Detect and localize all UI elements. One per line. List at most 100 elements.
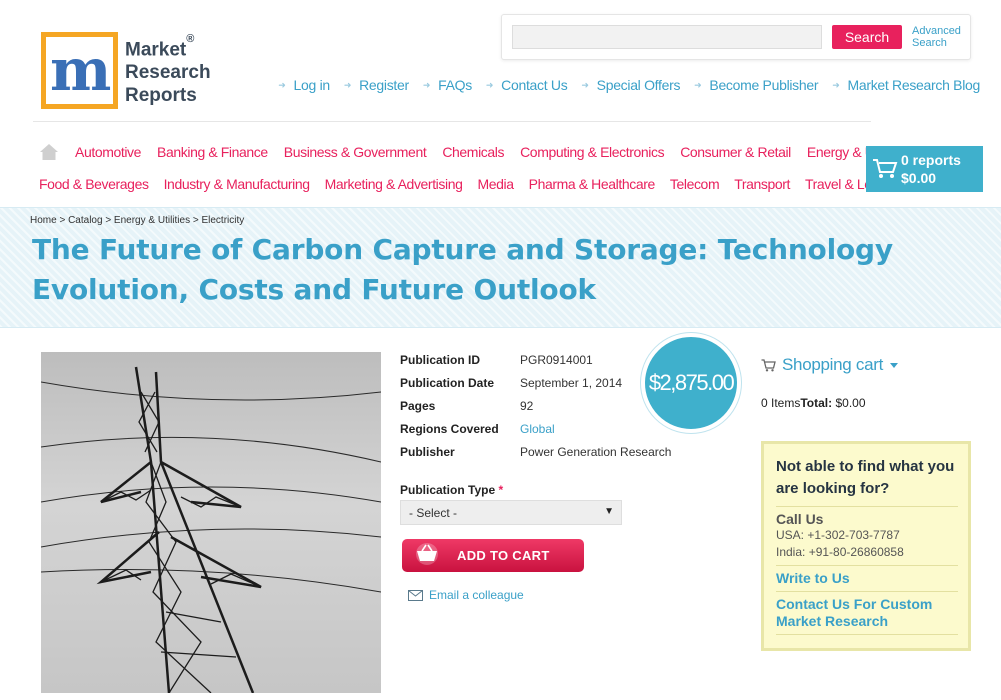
- envelope-icon: [408, 589, 423, 601]
- category-banking-finance[interactable]: Banking & Finance: [157, 144, 268, 160]
- arrow-icon: ➜: [278, 79, 286, 90]
- spec-value: Power Generation Research: [520, 445, 672, 459]
- arrow-icon: ➜: [422, 79, 431, 90]
- category-pharma-healthcare[interactable]: Pharma & Healthcare: [529, 176, 656, 192]
- top-link-become-publisher[interactable]: ➜ Become Publisher: [694, 77, 818, 93]
- spec-value: 92: [520, 399, 534, 413]
- category-consumer-retail[interactable]: Consumer & Retail: [680, 144, 791, 160]
- search-input[interactable]: [512, 25, 822, 49]
- custom-research-link[interactable]: Contact Us For Custom Market Research: [776, 596, 958, 630]
- spec-label: Regions Covered: [400, 422, 499, 436]
- cart-items-count: 0 Items: [761, 396, 801, 410]
- advanced-search-line2: Search: [912, 37, 947, 49]
- category-industry-manufacturing[interactable]: Industry & Manufacturing: [164, 176, 310, 192]
- category-marketing-advertising[interactable]: Marketing & Advertising: [325, 176, 463, 192]
- publication-type-select[interactable]: - Select - ▼: [400, 500, 622, 525]
- spec-label: Pages: [400, 399, 436, 413]
- cart-summary: 0 ItemsTotal: $0.00: [761, 396, 866, 410]
- spec-label: Publication ID: [400, 353, 481, 367]
- top-link-label: Register: [359, 77, 409, 93]
- top-link-register[interactable]: ➜ Register: [344, 77, 409, 93]
- home-icon[interactable]: [39, 143, 59, 161]
- logo-line1: Market: [125, 39, 187, 61]
- publication-type-label: Publication Type *: [400, 483, 503, 497]
- top-link-special-offers[interactable]: ➜ Special Offers: [581, 77, 680, 93]
- help-box: Not able to find what you are looking fo…: [761, 441, 971, 651]
- email-colleague-label: Email a colleague: [429, 588, 524, 602]
- category-business-government[interactable]: Business & Government: [284, 144, 427, 160]
- call-us-section: Call Us USA: +1-302-703-7787 India: +91-…: [776, 507, 958, 566]
- advanced-search-link[interactable]: Advanced Search: [912, 25, 961, 49]
- title-banner: Home > Catalog > Energy & Utilities > El…: [0, 207, 1001, 328]
- logo-mark: m: [41, 32, 118, 109]
- spec-label: Publisher: [400, 445, 455, 459]
- advanced-search-line1: Advanced: [912, 25, 961, 37]
- header-divider: [33, 121, 871, 122]
- price-badge: $2,875.00: [641, 333, 741, 433]
- top-link-label: Market Research Blog: [847, 77, 980, 93]
- top-link-label: FAQs: [438, 77, 472, 93]
- header-cart-button[interactable]: 0 reports $0.00: [866, 146, 983, 192]
- category-chemicals[interactable]: Chemicals: [442, 144, 504, 160]
- cart-icon: [873, 159, 898, 178]
- logo-line3: Reports: [125, 85, 197, 107]
- search-button[interactable]: Search: [832, 25, 902, 49]
- cart-count: 0 reports: [901, 152, 961, 168]
- logo-line2: Research: [125, 62, 211, 84]
- product-image: [41, 352, 381, 693]
- publication-type-text: Publication Type: [400, 483, 496, 497]
- cart-total: $0.00: [901, 170, 937, 186]
- cart-total-label: Total:: [800, 396, 833, 410]
- shopping-cart-toggle[interactable]: Shopping cart: [761, 355, 899, 375]
- basket-icon: [416, 543, 438, 565]
- top-link-faqs[interactable]: ➜ FAQs: [423, 77, 472, 93]
- write-section: Write to Us: [776, 566, 958, 592]
- logo-letter: m: [50, 37, 111, 104]
- category-food-beverages[interactable]: Food & Beverages: [39, 176, 149, 192]
- email-colleague-link[interactable]: Email a colleague: [408, 588, 524, 602]
- add-to-cart-button[interactable]: ADD TO CART: [402, 539, 584, 572]
- dropdown-arrow-icon: ▼: [604, 506, 614, 517]
- top-link-contact[interactable]: ➜ Contact Us: [486, 77, 568, 93]
- help-title: Not able to find what you are looking fo…: [776, 456, 958, 507]
- required-marker: *: [498, 483, 504, 497]
- spec-value: PGR0914001: [520, 353, 593, 367]
- arrow-icon: ➜: [343, 79, 352, 90]
- arrow-icon: ➜: [581, 79, 589, 90]
- category-computing-electronics[interactable]: Computing & Electronics: [520, 144, 664, 160]
- shopping-cart-title: Shopping cart: [782, 355, 884, 374]
- region-link[interactable]: Global: [520, 422, 555, 436]
- custom-research-section: Contact Us For Custom Market Research: [776, 592, 958, 635]
- top-link-label: Log in: [293, 77, 331, 93]
- spec-label: Publication Date: [400, 376, 495, 390]
- category-nav-row1: Automotive Banking & Finance Business & …: [75, 144, 907, 160]
- top-link-login[interactable]: ➜ Log in: [278, 77, 330, 93]
- registered-mark: ®: [186, 33, 195, 45]
- category-transport[interactable]: Transport: [734, 176, 790, 192]
- power-tower-image: [41, 366, 381, 693]
- chevron-down-icon: [890, 362, 899, 368]
- top-link-label: Become Publisher: [709, 77, 819, 93]
- arrow-icon: ➜: [485, 79, 494, 90]
- select-value: - Select -: [409, 506, 458, 520]
- category-telecom[interactable]: Telecom: [670, 176, 720, 192]
- write-to-us-link[interactable]: Write to Us: [776, 570, 958, 587]
- breadcrumb[interactable]: Home > Catalog > Energy & Utilities > El…: [30, 215, 244, 226]
- top-link-label: Special Offers: [596, 77, 681, 93]
- top-link-label: Contact Us: [501, 77, 568, 93]
- cart-icon: [761, 358, 776, 371]
- search-panel: Search Advanced Search: [501, 14, 971, 60]
- page-title: The Future of Carbon Capture and Storage…: [32, 233, 893, 306]
- top-link-blog[interactable]: ➜ Market Research Blog: [832, 77, 980, 93]
- cart-total-value: $0.00: [835, 396, 866, 410]
- spec-value: September 1, 2014: [520, 376, 623, 390]
- site-logo[interactable]: m Market® Research Reports: [41, 30, 221, 112]
- logo-wordmark: Market® Research Reports: [125, 33, 211, 107]
- top-nav: ➜ Log in ➜ Register ➜ FAQs ➜ Contact Us ➜ Spe…: [278, 77, 980, 93]
- category-automotive[interactable]: Automotive: [75, 144, 141, 160]
- category-media[interactable]: Media: [477, 176, 514, 192]
- category-nav-row2: Food & Beverages Industry & Manufacturin…: [39, 176, 900, 192]
- arrow-icon: ➜: [694, 79, 702, 90]
- call-us-heading: Call Us: [776, 511, 824, 527]
- phone-usa: USA: +1-302-703-7787: [776, 528, 900, 542]
